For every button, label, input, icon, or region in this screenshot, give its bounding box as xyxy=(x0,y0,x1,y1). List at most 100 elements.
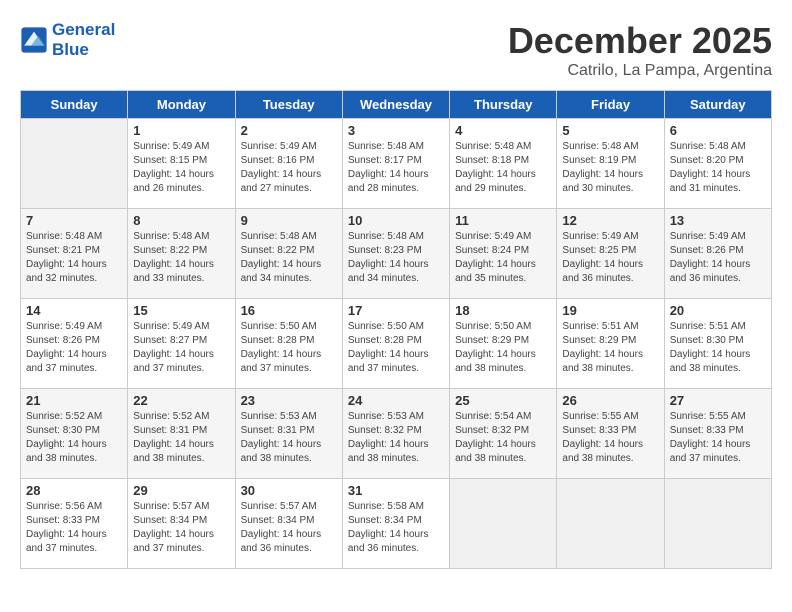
day-info: Sunrise: 5:50 AMSunset: 8:28 PMDaylight:… xyxy=(241,320,337,376)
day-number: 8 xyxy=(133,213,229,228)
day-number: 22 xyxy=(133,393,229,408)
day-number: 21 xyxy=(26,393,122,408)
calendar-week-row: 28Sunrise: 5:56 AMSunset: 8:33 PMDayligh… xyxy=(21,479,772,569)
calendar-cell: 10 Sunrise: 5:48 AMSunset: 8:23 PMDayligh… xyxy=(342,209,449,299)
calendar-cell: 27 Sunrise: 5:55 AMSunset: 8:33 PMDayligh… xyxy=(664,389,771,479)
day-info: Sunrise: 5:49 AMSunset: 8:26 PMDaylight:… xyxy=(26,320,122,376)
weekday-header: Thursday xyxy=(450,91,557,119)
day-number: 13 xyxy=(670,213,766,228)
calendar-cell xyxy=(21,119,128,209)
page-header: General Blue December 2025 Catrilo, La P… xyxy=(20,20,772,80)
day-number: 20 xyxy=(670,303,766,318)
calendar-cell: 11 Sunrise: 5:49 AMSunset: 8:24 PMDayligh… xyxy=(450,209,557,299)
day-info: Sunrise: 5:49 AMSunset: 8:26 PMDaylight:… xyxy=(670,230,766,286)
day-info: Sunrise: 5:53 AMSunset: 8:31 PMDaylight:… xyxy=(241,410,337,466)
day-info: Sunrise: 5:53 AMSunset: 8:32 PMDaylight:… xyxy=(348,410,444,466)
day-number: 2 xyxy=(241,123,337,138)
day-info: Sunrise: 5:54 AMSunset: 8:32 PMDaylight:… xyxy=(455,410,551,466)
day-info: Sunrise: 5:55 AMSunset: 8:33 PMDaylight:… xyxy=(670,410,766,466)
calendar-cell xyxy=(664,479,771,569)
calendar-cell: 16Sunrise: 5:50 AMSunset: 8:28 PMDayligh… xyxy=(235,299,342,389)
calendar-week-row: 1Sunrise: 5:49 AMSunset: 8:15 PMDaylight… xyxy=(21,119,772,209)
day-number: 5 xyxy=(562,123,658,138)
calendar-cell: 23 Sunrise: 5:53 AMSunset: 8:31 PMDayligh… xyxy=(235,389,342,479)
day-number: 9 xyxy=(241,213,337,228)
day-number: 11 xyxy=(455,213,551,228)
calendar-cell: 17 Sunrise: 5:50 AMSunset: 8:28 PMDayligh… xyxy=(342,299,449,389)
day-info: Sunrise: 5:48 AMSunset: 8:19 PMDaylight:… xyxy=(562,140,658,196)
day-info: Sunrise: 5:55 AMSunset: 8:33 PMDaylight:… xyxy=(562,410,658,466)
day-number: 14 xyxy=(26,303,122,318)
day-info: Sunrise: 5:58 AMSunset: 8:34 PMDaylight:… xyxy=(348,500,444,556)
day-info: Sunrise: 5:48 AMSunset: 8:17 PMDaylight:… xyxy=(348,140,444,196)
calendar-cell: 20 Sunrise: 5:51 AMSunset: 8:30 PMDayligh… xyxy=(664,299,771,389)
calendar-cell: 7Sunrise: 5:48 AMSunset: 8:21 PMDaylight… xyxy=(21,209,128,299)
day-number: 29 xyxy=(133,483,229,498)
day-number: 17 xyxy=(348,303,444,318)
calendar-cell xyxy=(450,479,557,569)
calendar-cell: 3 Sunrise: 5:48 AMSunset: 8:17 PMDaylight… xyxy=(342,119,449,209)
calendar-week-row: 14 Sunrise: 5:49 AMSunset: 8:26 PMDayligh… xyxy=(21,299,772,389)
calendar-cell: 19Sunrise: 5:51 AMSunset: 8:29 PMDayligh… xyxy=(557,299,664,389)
weekday-header: Monday xyxy=(128,91,235,119)
day-info: Sunrise: 5:50 AMSunset: 8:28 PMDaylight:… xyxy=(348,320,444,376)
calendar-cell: 15Sunrise: 5:49 AMSunset: 8:27 PMDayligh… xyxy=(128,299,235,389)
day-number: 27 xyxy=(670,393,766,408)
day-number: 25 xyxy=(455,393,551,408)
weekday-header-row: SundayMondayTuesdayWednesdayThursdayFrid… xyxy=(21,91,772,119)
day-info: Sunrise: 5:50 AMSunset: 8:29 PMDaylight:… xyxy=(455,320,551,376)
calendar-cell: 14 Sunrise: 5:49 AMSunset: 8:26 PMDayligh… xyxy=(21,299,128,389)
day-number: 1 xyxy=(133,123,229,138)
day-number: 3 xyxy=(348,123,444,138)
title-area: December 2025 Catrilo, La Pampa, Argenti… xyxy=(508,20,772,80)
calendar-cell: 8 Sunrise: 5:48 AMSunset: 8:22 PMDaylight… xyxy=(128,209,235,299)
day-info: Sunrise: 5:48 AMSunset: 8:23 PMDaylight:… xyxy=(348,230,444,286)
calendar-cell: 18 Sunrise: 5:50 AMSunset: 8:29 PMDayligh… xyxy=(450,299,557,389)
day-info: Sunrise: 5:49 AMSunset: 8:24 PMDaylight:… xyxy=(455,230,551,286)
calendar-cell: 24 Sunrise: 5:53 AMSunset: 8:32 PMDayligh… xyxy=(342,389,449,479)
day-info: Sunrise: 5:49 AMSunset: 8:16 PMDaylight:… xyxy=(241,140,337,196)
calendar-week-row: 21 Sunrise: 5:52 AMSunset: 8:30 PMDayligh… xyxy=(21,389,772,479)
day-info: Sunrise: 5:48 AMSunset: 8:22 PMDaylight:… xyxy=(241,230,337,286)
weekday-header: Friday xyxy=(557,91,664,119)
day-info: Sunrise: 5:48 AMSunset: 8:20 PMDaylight:… xyxy=(670,140,766,196)
calendar-week-row: 7Sunrise: 5:48 AMSunset: 8:21 PMDaylight… xyxy=(21,209,772,299)
day-number: 24 xyxy=(348,393,444,408)
weekday-header: Wednesday xyxy=(342,91,449,119)
weekday-header: Saturday xyxy=(664,91,771,119)
weekday-header: Sunday xyxy=(21,91,128,119)
day-number: 18 xyxy=(455,303,551,318)
calendar-cell: 29Sunrise: 5:57 AMSunset: 8:34 PMDayligh… xyxy=(128,479,235,569)
day-info: Sunrise: 5:48 AMSunset: 8:22 PMDaylight:… xyxy=(133,230,229,286)
calendar-cell: 25 Sunrise: 5:54 AMSunset: 8:32 PMDayligh… xyxy=(450,389,557,479)
day-number: 15 xyxy=(133,303,229,318)
day-number: 19 xyxy=(562,303,658,318)
calendar-cell: 30Sunrise: 5:57 AMSunset: 8:34 PMDayligh… xyxy=(235,479,342,569)
day-number: 6 xyxy=(670,123,766,138)
day-number: 30 xyxy=(241,483,337,498)
calendar-cell xyxy=(557,479,664,569)
calendar-cell: 5 Sunrise: 5:48 AMSunset: 8:19 PMDaylight… xyxy=(557,119,664,209)
calendar-cell: 9 Sunrise: 5:48 AMSunset: 8:22 PMDaylight… xyxy=(235,209,342,299)
day-number: 23 xyxy=(241,393,337,408)
logo-icon xyxy=(20,26,48,54)
calendar-cell: 13 Sunrise: 5:49 AMSunset: 8:26 PMDayligh… xyxy=(664,209,771,299)
logo-text: General Blue xyxy=(52,20,115,60)
calendar-cell: 2 Sunrise: 5:49 AMSunset: 8:16 PMDaylight… xyxy=(235,119,342,209)
location-title: Catrilo, La Pampa, Argentina xyxy=(508,62,772,80)
day-number: 28 xyxy=(26,483,122,498)
calendar-cell: 22Sunrise: 5:52 AMSunset: 8:31 PMDayligh… xyxy=(128,389,235,479)
day-number: 31 xyxy=(348,483,444,498)
weekday-header: Tuesday xyxy=(235,91,342,119)
day-info: Sunrise: 5:49 AMSunset: 8:25 PMDaylight:… xyxy=(562,230,658,286)
calendar-cell: 26Sunrise: 5:55 AMSunset: 8:33 PMDayligh… xyxy=(557,389,664,479)
calendar-cell: 1Sunrise: 5:49 AMSunset: 8:15 PMDaylight… xyxy=(128,119,235,209)
calendar-table: SundayMondayTuesdayWednesdayThursdayFrid… xyxy=(20,90,772,569)
calendar-cell: 4Sunrise: 5:48 AMSunset: 8:18 PMDaylight… xyxy=(450,119,557,209)
month-title: December 2025 xyxy=(508,20,772,62)
day-number: 10 xyxy=(348,213,444,228)
calendar-cell: 12Sunrise: 5:49 AMSunset: 8:25 PMDayligh… xyxy=(557,209,664,299)
day-info: Sunrise: 5:52 AMSunset: 8:30 PMDaylight:… xyxy=(26,410,122,466)
day-info: Sunrise: 5:48 AMSunset: 8:21 PMDaylight:… xyxy=(26,230,122,286)
day-info: Sunrise: 5:51 AMSunset: 8:30 PMDaylight:… xyxy=(670,320,766,376)
